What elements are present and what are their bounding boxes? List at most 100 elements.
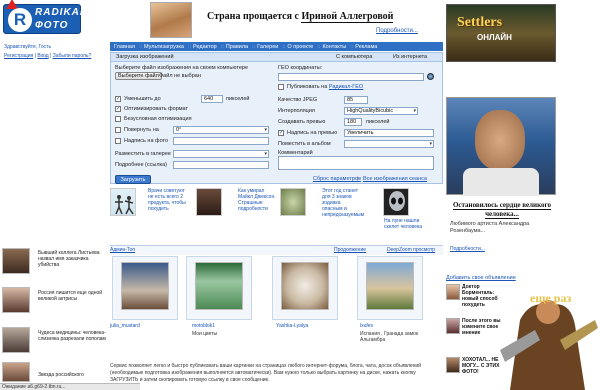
preview-label: Создавать превью	[278, 119, 326, 125]
geo-publish-label: Публиковать на Радикал-ГЕО	[287, 84, 363, 90]
radikal-geo-link[interactable]: Радикал-ГЕО	[329, 84, 363, 90]
header-news-photo[interactable]	[150, 2, 192, 38]
rotate-label: Повернуть на	[124, 127, 159, 133]
gallery-thumb-2[interactable]	[186, 256, 252, 320]
gallery-image-4	[366, 262, 414, 310]
session-images-link[interactable]: Все изображения сеанса	[363, 176, 427, 182]
browser-status-bar: Ожидание a6.g69-2.tbn.ru...	[0, 383, 140, 390]
nav-item-rules[interactable]: Правила	[226, 44, 248, 50]
side-ad-image-1	[446, 284, 460, 300]
gallery-thumb-3[interactable]	[272, 256, 338, 320]
right-news-title[interactable]: Остановилось сердце великого человека...	[452, 201, 552, 219]
portrait-shirt	[463, 168, 539, 196]
news-image-yoga[interactable]	[110, 188, 136, 216]
admin-top-link[interactable]: Админ-Топ	[110, 247, 135, 253]
left-news-link-1[interactable]: Бывший коллега Листьева назвал имя заказ…	[38, 250, 108, 268]
preview-caption-label: Надпись на превью	[287, 130, 338, 136]
header-news-title-name: Ириной Аллегровой	[301, 11, 394, 23]
right-news-photo[interactable]	[446, 97, 556, 196]
settlers-banner-ad[interactable]: Settlers ОНЛАЙН	[446, 4, 556, 62]
upload-panel-title: Загрузка изображений	[116, 54, 174, 60]
details-input[interactable]	[173, 161, 269, 169]
svg-text:еще раз: еще раз	[530, 291, 571, 305]
left-news-image-3[interactable]	[2, 327, 30, 353]
login-link[interactable]: Вход	[37, 53, 48, 59]
deepzoom-link[interactable]: DeepZoom просмотр	[387, 247, 435, 253]
news-image-zodiac[interactable]	[280, 188, 306, 216]
news-link-3[interactable]: Этот год станет для 3 знаков зодиака опа…	[322, 188, 364, 218]
preview-caption-input[interactable]: Увеличить	[344, 129, 434, 137]
gallery-user-3[interactable]: Yashka-Lyalya	[276, 323, 308, 329]
preview-size-input[interactable]: 180	[344, 118, 362, 126]
header-news-title[interactable]: Страна прощается с Ириной Аллегровой	[207, 11, 394, 23]
tab-from-computer[interactable]: С компьютера	[336, 54, 372, 60]
caption-input[interactable]	[173, 137, 269, 145]
album-select[interactable]	[344, 140, 434, 148]
nav-item-about[interactable]: О проекте	[287, 44, 313, 50]
gallery-image-3	[281, 262, 329, 310]
gallery-user-1[interactable]: julia_mustard	[110, 323, 140, 329]
nav-item-galleries[interactable]: Галереи	[257, 44, 278, 50]
nav-item-multiupload[interactable]: Мультизагрузка	[144, 44, 184, 50]
yoga-figures-icon	[115, 195, 134, 215]
geo-publish-checkbox[interactable]	[278, 84, 284, 90]
choose-file-button[interactable]: Выберите файл	[115, 72, 162, 80]
comment-textarea[interactable]	[278, 156, 434, 170]
optimize-checkbox[interactable]: ✓	[115, 106, 121, 112]
logo-text-line1: RADIKAL	[35, 7, 87, 18]
interpolation-select[interactable]: HighQualityBicubic	[344, 107, 418, 115]
gallery-thumb-1[interactable]	[112, 256, 178, 320]
gallery-user-2[interactable]: motoblok1	[192, 323, 215, 329]
lossless-checkbox[interactable]	[115, 116, 121, 122]
logo-text-line2: ФОТО	[35, 20, 69, 31]
nav-item-home[interactable]: Главная	[114, 44, 135, 50]
gallery-select[interactable]	[173, 150, 269, 158]
reset-params-link[interactable]: Сброс параметров	[313, 176, 361, 182]
caption-checkbox[interactable]	[115, 138, 121, 144]
page: R RADIKAL ФОТО Страна прощается с Ириной…	[0, 0, 600, 390]
gallery-thumb-4[interactable]	[357, 256, 423, 320]
geo-label: ГЕО координаты:	[278, 65, 323, 71]
choose-file-label: Выберите файл изображения на своем компь…	[115, 65, 249, 71]
forgot-password-link[interactable]: Забыли пароль?	[53, 53, 92, 59]
jpeg-quality-input[interactable]: 85	[344, 96, 368, 104]
left-news-image-1[interactable]	[2, 248, 30, 274]
gallery-image-2	[195, 262, 243, 310]
left-news-link-2[interactable]: Россия лишится еще одной великой актрисы	[38, 290, 108, 302]
tab-from-internet[interactable]: Из интернета	[393, 54, 427, 60]
resize-input[interactable]: 640	[201, 95, 223, 103]
rotate-select[interactable]: 0°	[173, 126, 269, 134]
continue-link[interactable]: Продолжение	[334, 247, 366, 253]
left-news-image-2[interactable]	[2, 287, 30, 313]
right-news-more-link[interactable]: Подробности...	[450, 246, 485, 252]
gallery-label: Разместить в галерее	[115, 151, 171, 157]
nav-item-ads[interactable]: Реклама	[355, 44, 377, 50]
caption-label: Надпись на фото	[124, 138, 169, 144]
news-link-4[interactable]: На луне нашли скелет человека	[384, 218, 424, 230]
nav-separator: ::	[220, 43, 224, 50]
gallery-title-2: Мои цветы	[192, 331, 218, 337]
left-news-link-4[interactable]: Звезда российского	[38, 372, 108, 378]
radikal-logo[interactable]: R RADIKAL ФОТО	[3, 0, 86, 34]
news-image-alien[interactable]	[383, 188, 409, 216]
rotate-checkbox[interactable]	[115, 127, 121, 133]
left-news-link-3[interactable]: Чудеса медицины: человека-слизняка разре…	[38, 330, 108, 342]
left-news-image-4[interactable]	[2, 362, 30, 382]
register-link[interactable]: Регистрация	[4, 53, 33, 59]
resize-checkbox[interactable]: ✓	[115, 96, 121, 102]
upload-button[interactable]: Загрузить	[115, 175, 151, 184]
geo-input[interactable]	[278, 73, 424, 81]
upload-panel: Загрузка изображений С компьютера Из инт…	[110, 52, 443, 184]
gallery-user-4[interactable]: lxufes	[360, 323, 373, 329]
nav-item-contacts[interactable]: Контакты	[322, 44, 346, 50]
nav-item-editor[interactable]: Редактор	[193, 44, 217, 50]
right-news-subtitle: Любимого артиста Александра Розенбаума..…	[450, 221, 530, 234]
news-image-jackson[interactable]	[196, 188, 222, 216]
gallery-bar: Админ-Топ Продолжение DeepZoom просмотр	[110, 245, 443, 255]
preview-caption-checkbox[interactable]: ✓	[278, 130, 284, 136]
globe-icon[interactable]	[427, 73, 434, 80]
news-link-2[interactable]: Как умирал Майкл Джексон. Страшные подро…	[238, 188, 276, 212]
game-character-ad[interactable]: еще раз	[490, 280, 600, 390]
header-more-link[interactable]: Подробности...	[376, 28, 418, 34]
news-link-1[interactable]: Врачи советуют не есть всего 2 продукта,…	[148, 188, 186, 212]
